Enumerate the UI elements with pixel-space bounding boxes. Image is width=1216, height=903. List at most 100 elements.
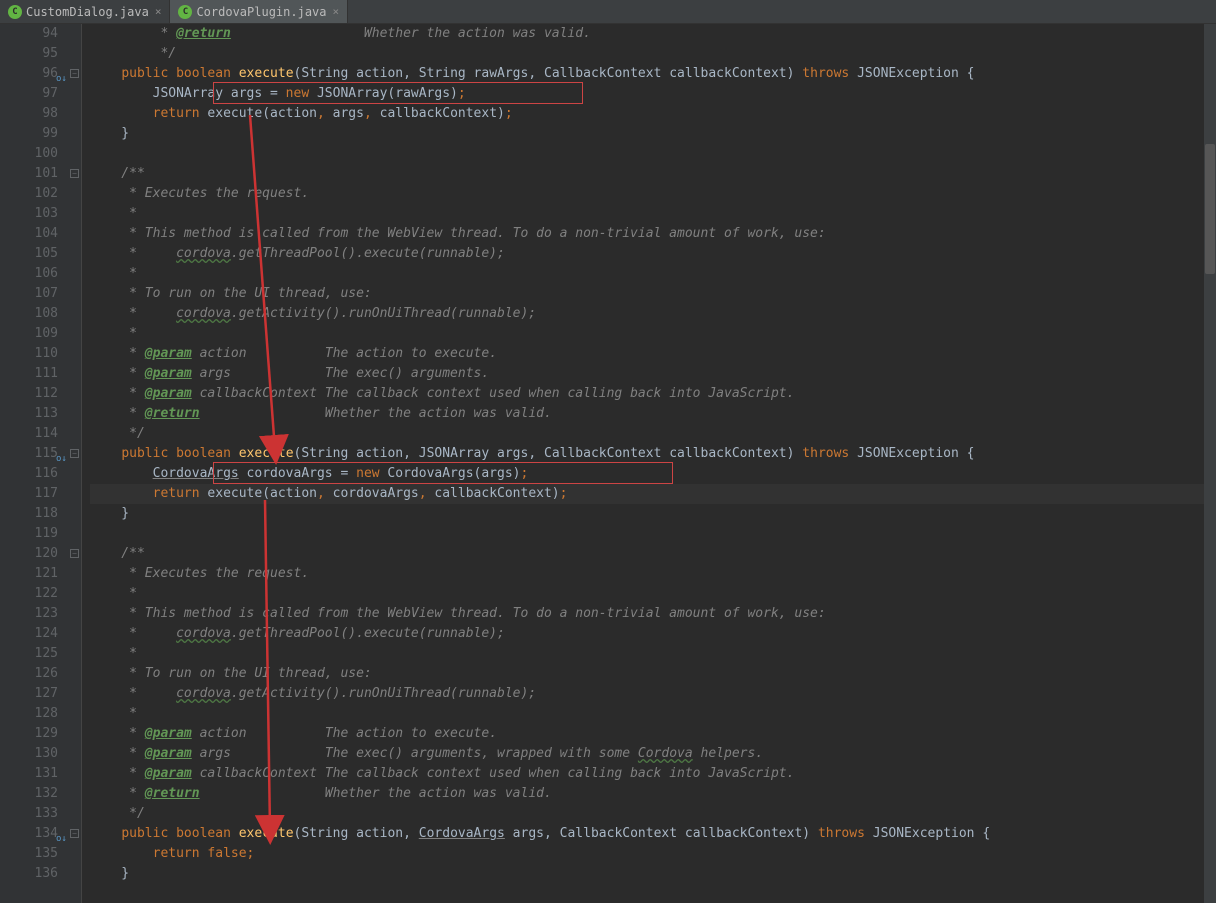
code-line[interactable]: * (90, 204, 1216, 224)
override-gutter-icon[interactable] (56, 828, 66, 838)
code-line[interactable]: } (90, 504, 1216, 524)
code-line[interactable]: * cordova.getActivity().runOnUiThread(ru… (90, 684, 1216, 704)
line-number: 105 (0, 244, 58, 264)
code-line[interactable]: public boolean execute(String action, St… (90, 64, 1216, 84)
code-line[interactable]: /** (90, 164, 1216, 184)
code-line[interactable]: JSONArray args = new JSONArray(rawArgs); (90, 84, 1216, 104)
line-number: 110 (0, 344, 58, 364)
fold-column: − − − − − (68, 24, 82, 903)
line-number: 134 (0, 824, 58, 844)
line-number: 104 (0, 224, 58, 244)
fold-toggle-icon[interactable]: − (70, 449, 79, 458)
line-number: 107 (0, 284, 58, 304)
code-line[interactable]: * To run on the UI thread, use: (90, 664, 1216, 684)
close-icon[interactable]: × (155, 5, 162, 18)
code-line[interactable]: */ (90, 424, 1216, 444)
code-line[interactable]: return execute(action, cordovaArgs, call… (90, 484, 1216, 504)
code-line[interactable] (90, 144, 1216, 164)
code-line[interactable]: * (90, 704, 1216, 724)
line-number: 125 (0, 644, 58, 664)
scrollbar-track[interactable] (1204, 24, 1216, 903)
line-number: 96 (0, 64, 58, 84)
line-number: 103 (0, 204, 58, 224)
line-number: 109 (0, 324, 58, 344)
editor-area: 9495969798991001011021031041051061071081… (0, 24, 1216, 903)
code-line[interactable]: */ (90, 44, 1216, 64)
code-line[interactable]: /** (90, 544, 1216, 564)
tab-label: CustomDialog.java (26, 5, 149, 19)
line-number: 101 (0, 164, 58, 184)
code-line[interactable]: public boolean execute(String action, JS… (90, 444, 1216, 464)
line-number: 124 (0, 624, 58, 644)
code-line[interactable]: * @param callbackContext The callback co… (90, 764, 1216, 784)
scrollbar-thumb[interactable] (1205, 144, 1215, 274)
code-line[interactable]: * @return Whether the action was valid. (90, 24, 1216, 44)
fold-toggle-icon[interactable]: − (70, 169, 79, 178)
code-line[interactable]: * (90, 264, 1216, 284)
line-number: 115 (0, 444, 58, 464)
code-line[interactable]: * @param action The action to execute. (90, 344, 1216, 364)
code-line[interactable]: * To run on the UI thread, use: (90, 284, 1216, 304)
line-number: 122 (0, 584, 58, 604)
code-line[interactable]: } (90, 124, 1216, 144)
line-number: 117 (0, 484, 58, 504)
tab-label: CordovaPlugin.java (196, 5, 326, 19)
line-number: 130 (0, 744, 58, 764)
line-number: 94 (0, 24, 58, 44)
line-number: 106 (0, 264, 58, 284)
code-line[interactable]: * cordova.getThreadPool().execute(runnab… (90, 244, 1216, 264)
code-line[interactable]: * @param args The exec() arguments, wrap… (90, 744, 1216, 764)
code-line[interactable]: * @return Whether the action was valid. (90, 404, 1216, 424)
line-number-gutter: 9495969798991001011021031041051061071081… (0, 24, 68, 903)
line-number: 100 (0, 144, 58, 164)
line-number: 118 (0, 504, 58, 524)
code-line[interactable]: * Executes the request. (90, 564, 1216, 584)
line-number: 129 (0, 724, 58, 744)
code-line[interactable]: * @return Whether the action was valid. (90, 784, 1216, 804)
code-line[interactable]: return execute(action, args, callbackCon… (90, 104, 1216, 124)
code-line[interactable]: * @param callbackContext The callback co… (90, 384, 1216, 404)
code-line[interactable]: * @param args The exec() arguments. (90, 364, 1216, 384)
code-line[interactable]: */ (90, 804, 1216, 824)
line-number: 111 (0, 364, 58, 384)
line-number: 133 (0, 804, 58, 824)
fold-toggle-icon[interactable]: − (70, 69, 79, 78)
line-number: 119 (0, 524, 58, 544)
file-tab[interactable]: C CustomDialog.java × (0, 0, 170, 23)
line-number: 120 (0, 544, 58, 564)
java-class-icon: C (8, 5, 22, 19)
code-line[interactable]: public boolean execute(String action, Co… (90, 824, 1216, 844)
code-line[interactable]: * This method is called from the WebView… (90, 224, 1216, 244)
code-line[interactable]: * (90, 644, 1216, 664)
line-number: 99 (0, 124, 58, 144)
line-number: 121 (0, 564, 58, 584)
line-number: 97 (0, 84, 58, 104)
line-number: 95 (0, 44, 58, 64)
code-line[interactable]: * cordova.getThreadPool().execute(runnab… (90, 624, 1216, 644)
line-number: 127 (0, 684, 58, 704)
code-line[interactable]: CordovaArgs cordovaArgs = new CordovaArg… (90, 464, 1216, 484)
code-line[interactable] (90, 524, 1216, 544)
line-number: 112 (0, 384, 58, 404)
code-line[interactable]: * Executes the request. (90, 184, 1216, 204)
line-number: 132 (0, 784, 58, 804)
file-tab[interactable]: CCordovaPlugin.java× (170, 0, 348, 23)
code-line[interactable]: } (90, 864, 1216, 884)
code-line[interactable]: * This method is called from the WebView… (90, 604, 1216, 624)
override-gutter-icon[interactable] (56, 448, 66, 458)
line-number: 98 (0, 104, 58, 124)
fold-toggle-icon[interactable]: − (70, 829, 79, 838)
line-number: 123 (0, 604, 58, 624)
code-line[interactable]: * (90, 584, 1216, 604)
editor-tabs: C CustomDialog.java ×C CordovaPlugin.java × (0, 0, 1216, 24)
override-gutter-icon[interactable] (56, 68, 66, 78)
code-line[interactable]: return false; (90, 844, 1216, 864)
code-area[interactable]: * @return Whether the action was valid. … (82, 24, 1216, 903)
code-line[interactable]: * cordova.getActivity().runOnUiThread(ru… (90, 304, 1216, 324)
code-line[interactable]: * (90, 324, 1216, 344)
fold-toggle-icon[interactable]: − (70, 549, 79, 558)
line-number: 108 (0, 304, 58, 324)
code-line[interactable]: * @param action The action to execute. (90, 724, 1216, 744)
line-number: 114 (0, 424, 58, 444)
close-icon[interactable]: × (333, 5, 340, 18)
